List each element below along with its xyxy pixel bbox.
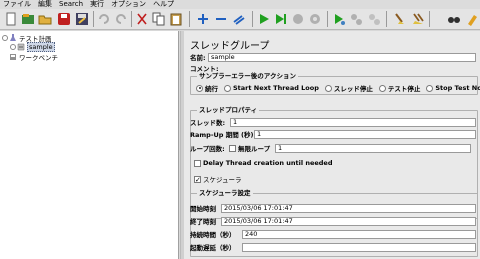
radio-stop-test-label: テスト停止 xyxy=(387,85,421,93)
close-icon[interactable] xyxy=(56,11,72,27)
scheduler-row: ✓ スケジューラ xyxy=(194,174,242,184)
rampup-label: Ramp-Up 期間 (秒): xyxy=(190,131,257,139)
name-field[interactable]: sample xyxy=(208,52,476,62)
radio-stop-thread-icon xyxy=(324,84,332,92)
menu-edit[interactable]: 編集 xyxy=(38,0,52,9)
startup-delay-field[interactable] xyxy=(242,242,476,252)
remote-shutdown-icon[interactable] xyxy=(366,11,382,27)
radio-stop-test-icon xyxy=(378,84,386,92)
scheduler-settings-title: スケジューラ設定 xyxy=(197,189,253,198)
threads-label: スレッド数: xyxy=(190,119,226,127)
expand-node-icon xyxy=(10,44,16,50)
toolbar xyxy=(0,9,480,30)
delay-thread-label: Delay Thread creation until needed xyxy=(203,159,333,167)
radio-start-next-loop[interactable]: Start Next Thread Loop xyxy=(224,84,319,92)
threads-field[interactable]: 1 xyxy=(230,117,476,127)
reset-search-icon[interactable] xyxy=(464,11,480,27)
duration-field[interactable]: 240 xyxy=(242,229,476,239)
infinite-loop-checkbox[interactable] xyxy=(229,144,236,152)
tree-node-workbench[interactable]: ワークベンチ xyxy=(9,52,58,62)
radio-start-next-loop-label: Start Next Thread Loop xyxy=(233,84,319,92)
shutdown-icon[interactable] xyxy=(307,11,323,27)
radio-continue[interactable]: 続行 xyxy=(196,83,218,93)
end-time-field[interactable]: 2015/03/06 17:01:47 xyxy=(221,216,476,226)
expand-icon[interactable] xyxy=(195,11,211,27)
rampup-row: Ramp-Up 期間 (秒): 1 xyxy=(190,129,476,139)
cut-icon[interactable] xyxy=(134,11,150,27)
page-title: スレッドグループ xyxy=(190,41,270,52)
test-plan-icon xyxy=(2,35,8,41)
collapse-icon[interactable] xyxy=(213,11,229,27)
menu-search[interactable]: Search xyxy=(59,0,83,9)
start-time-field[interactable]: 2015/03/06 17:01:47 xyxy=(221,203,476,213)
radio-start-next-loop-icon xyxy=(224,84,231,92)
error-action-options: 続行 Start Next Thread Loop スレッド停止 テスト停止 S… xyxy=(196,83,480,93)
radio-stop-test[interactable]: テスト停止 xyxy=(378,83,421,93)
open-icon[interactable] xyxy=(37,11,53,27)
menu-bar: ファイル 編集 Search 実行 オプション ヘルプ xyxy=(0,0,480,9)
threads-row: スレッド数: 1 xyxy=(190,117,476,127)
menu-help[interactable]: ヘルプ xyxy=(153,0,174,9)
tree-label-thread-group: sample xyxy=(27,42,55,52)
name-label: 名前: xyxy=(190,54,206,62)
scheduler-label: スケジューラ xyxy=(203,176,242,184)
thread-properties-title: スレッドプロパティ xyxy=(197,106,260,115)
tree-node-thread-group[interactable]: sample xyxy=(10,42,55,52)
startup-delay-label: 起動遅延（秒） xyxy=(190,244,236,252)
tree-label-workbench: ワークベンチ xyxy=(19,54,58,62)
test-plan-tree: テスト計画 sample ワークベンチ xyxy=(0,31,179,259)
scheduler-checkbox[interactable]: ✓ xyxy=(194,175,201,183)
thread-group-icon xyxy=(17,43,25,51)
menu-options[interactable]: オプション xyxy=(111,0,146,9)
menu-file[interactable]: ファイル xyxy=(3,0,31,9)
radio-stop-thread[interactable]: スレッド停止 xyxy=(324,83,373,93)
infinite-loop-label: 無限ループ xyxy=(238,145,271,153)
search-icon[interactable] xyxy=(446,11,462,27)
workbench-icon xyxy=(9,53,17,61)
loop-row: ループ回数: 無限ループ 1 xyxy=(190,143,471,153)
error-action-group: サンプラーエラー後のアクション 続行 Start Next Thread Loo… xyxy=(190,72,480,95)
duration-label: 持続時間（秒） xyxy=(190,231,236,239)
start-time-row: 開始時刻 2015/03/06 17:01:47 xyxy=(190,203,476,213)
start-icon[interactable] xyxy=(256,11,272,27)
thread-group-panel: スレッドグループ 名前: sample コメント: サンプラーエラー後のアクショ… xyxy=(184,31,480,259)
save-icon[interactable] xyxy=(74,11,90,27)
end-time-label: 終了時刻 xyxy=(190,218,216,226)
undo-icon[interactable] xyxy=(96,11,112,27)
radio-stop-test-now-icon xyxy=(426,84,434,92)
new-icon[interactable] xyxy=(3,11,19,27)
toggle-icon[interactable] xyxy=(231,11,247,27)
remote-start-icon[interactable] xyxy=(331,11,347,27)
flask-icon xyxy=(9,34,17,42)
copy-icon[interactable] xyxy=(151,11,167,27)
delay-thread-checkbox[interactable] xyxy=(194,159,201,167)
radio-stop-test-now[interactable]: Stop Test Now xyxy=(426,84,480,92)
paste-icon[interactable] xyxy=(168,11,184,27)
clear-all-icon[interactable] xyxy=(410,11,426,27)
end-time-row: 終了時刻 2015/03/06 17:01:47 xyxy=(190,216,476,226)
radio-continue-icon xyxy=(196,84,203,92)
loop-count-field[interactable]: 1 xyxy=(275,143,471,153)
duration-row: 持続時間（秒） 240 xyxy=(190,229,476,239)
menu-run[interactable]: 実行 xyxy=(90,0,104,9)
delay-thread-row: Delay Thread creation until needed xyxy=(194,159,332,167)
name-row: 名前: sample xyxy=(190,52,476,62)
stop-icon[interactable] xyxy=(290,11,306,27)
radio-stop-test-now-label: Stop Test Now xyxy=(435,84,480,92)
start-no-pause-icon[interactable] xyxy=(273,11,289,27)
radio-continue-label: 続行 xyxy=(205,85,218,93)
startup-delay-row: 起動遅延（秒） xyxy=(190,242,476,252)
error-action-title: サンプラーエラー後のアクション xyxy=(197,72,298,81)
rampup-field[interactable]: 1 xyxy=(254,129,476,139)
loop-label: ループ回数: xyxy=(190,145,225,153)
templates-icon[interactable] xyxy=(20,11,36,27)
clear-icon[interactable] xyxy=(391,11,407,27)
radio-stop-thread-label: スレッド停止 xyxy=(333,85,373,93)
redo-icon[interactable] xyxy=(113,11,129,27)
start-time-label: 開始時刻 xyxy=(190,205,216,213)
remote-stop-icon[interactable] xyxy=(348,11,364,27)
